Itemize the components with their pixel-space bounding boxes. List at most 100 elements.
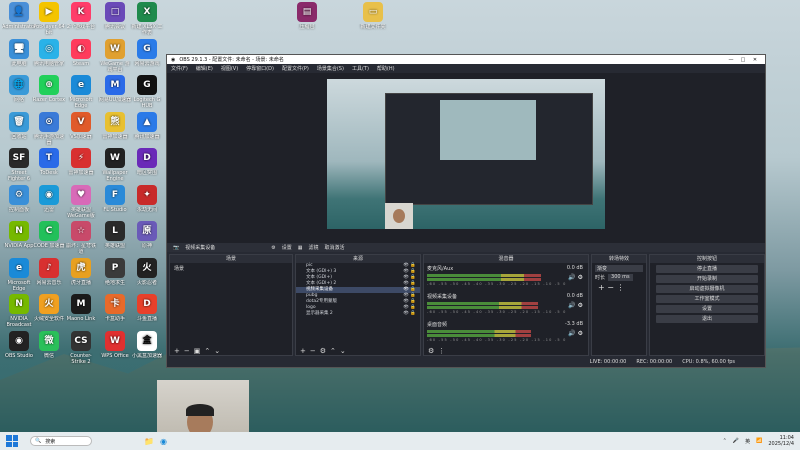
- desktop-icon[interactable]: V VS加速器: [64, 111, 98, 146]
- settings-icon[interactable]: ⚙: [271, 245, 275, 251]
- settings-button[interactable]: 设置: [282, 244, 292, 251]
- volume-icon[interactable]: 🔊 ⚙: [568, 302, 583, 309]
- remove-icon[interactable]: −: [184, 347, 190, 355]
- menu-item[interactable]: 编辑(E): [196, 65, 213, 72]
- desktop-icon[interactable]: P 绝地求生: [98, 257, 132, 292]
- desktop-icon[interactable]: 🗑 回收站: [2, 111, 36, 146]
- menu-item[interactable]: 配置文件(P): [282, 65, 309, 72]
- edge-icon[interactable]: ◉: [160, 437, 167, 446]
- preview-area[interactable]: [167, 73, 765, 243]
- desktop-icon[interactable]: ♥ 英雄联盟WeGame版: [64, 184, 98, 219]
- source-item[interactable]: 显示器采集 2 👁 🔒: [296, 311, 420, 317]
- menu-item[interactable]: 工具(T): [352, 65, 369, 72]
- language-indicator[interactable]: 英: [745, 438, 750, 445]
- desktop-icon[interactable]: 微微信: [32, 330, 66, 365]
- start-button[interactable]: [6, 435, 18, 447]
- minimize-icon[interactable]: —: [725, 57, 737, 63]
- chevron-up-icon[interactable]: ⌃: [204, 347, 210, 355]
- obs-window[interactable]: ◉ OBS 29.1.3 - 配置文件: 未命名 - 场景: 未命名 — □ ✕…: [166, 54, 766, 368]
- filters-button[interactable]: 滤镜: [308, 244, 318, 251]
- desktop-icon[interactable]: G Logitech G HUB: [130, 75, 164, 109]
- desktop-icon[interactable]: D 斗鱼直播: [130, 294, 164, 328]
- desktop-icon[interactable]: ▶ PotPlayer 64 bit: [32, 2, 66, 36]
- control-button[interactable]: 设置: [656, 305, 758, 313]
- tray-expand-icon[interactable]: ⌃: [723, 438, 727, 444]
- maximize-icon[interactable]: □: [737, 57, 749, 63]
- desktop-icon[interactable]: ♪ 网易云音乐: [32, 257, 66, 292]
- search-box[interactable]: 🔍 搜索: [30, 436, 92, 446]
- wifi-icon[interactable]: 📶: [756, 438, 762, 444]
- menu-item[interactable]: 停靠窗口(D): [246, 65, 274, 72]
- filter-icon[interactable]: ▦: [298, 245, 303, 251]
- desktop-icon[interactable]: K 2个游戏平台: [64, 2, 98, 36]
- clock[interactable]: 11:04 2025/12/4: [768, 435, 794, 447]
- visibility-lock-icon[interactable]: 👁 🔒: [403, 311, 416, 317]
- scene-item[interactable]: 场景: [170, 263, 292, 274]
- desktop-icon[interactable]: ☆ 崩坏：星穹铁道: [64, 221, 98, 255]
- desktop-icon[interactable]: ⚡ 雷神加速器: [64, 148, 98, 182]
- more-icon[interactable]: ⋮: [438, 347, 445, 355]
- desktop-icon[interactable]: e Microsoft Edge: [64, 75, 98, 109]
- remove-icon[interactable]: −: [607, 283, 614, 292]
- desktop-icon[interactable]: W Wallpaper Engine: [98, 148, 132, 182]
- desktop-icon[interactable]: M 网易UU加速器: [98, 75, 132, 109]
- desktop-icon[interactable]: M Maono Link: [64, 294, 98, 328]
- menu-item[interactable]: 视图(V): [221, 65, 238, 72]
- desktop-icon[interactable]: W WeGame 游戏平台: [98, 38, 132, 73]
- desktop-icon[interactable]: F FL Studio: [98, 184, 132, 219]
- transition-select[interactable]: 渐变: [595, 265, 643, 272]
- desktop-icon[interactable]: 🌐 网络: [2, 75, 36, 109]
- desktop-icon[interactable]: T ToDesk: [32, 148, 66, 182]
- add-icon[interactable]: +: [598, 283, 605, 292]
- volume-icon[interactable]: 🔊 ⚙: [568, 330, 583, 337]
- chevron-down-icon[interactable]: ⌄: [340, 347, 346, 355]
- control-button[interactable]: 工作室模式: [656, 295, 758, 303]
- title-bar[interactable]: ◉ OBS 29.1.3 - 配置文件: 未命名 - 场景: 未命名 — □ ✕: [167, 55, 765, 64]
- desktop-icon[interactable]: 🖥 此电脑: [2, 38, 36, 73]
- desktop-icon[interactable]: 虎虎牙直播: [64, 257, 98, 292]
- desktop-icon[interactable]: ✦ 永劫无间: [130, 184, 164, 219]
- add-icon[interactable]: +: [174, 347, 180, 355]
- desktop-icon[interactable]: ◉ OBS Studio: [2, 330, 36, 365]
- desktop-icon[interactable]: ◉ 迅雷: [32, 184, 66, 219]
- desktop-icon[interactable]: 卡卡盒助手: [98, 294, 132, 328]
- desktop-file[interactable]: ▤ 压缩包: [290, 2, 324, 36]
- control-button[interactable]: 退出: [656, 315, 758, 323]
- deactivate-button[interactable]: 取消激活: [324, 244, 344, 251]
- desktop-icon[interactable]: ◐ Steam: [64, 38, 98, 73]
- desktop-icon[interactable]: ◎ 腾讯电脑管家: [32, 38, 66, 73]
- close-icon[interactable]: ✕: [749, 57, 761, 63]
- desktop-icon[interactable]: □ 腾讯会议: [98, 2, 132, 36]
- control-button[interactable]: 开始录制: [656, 275, 758, 283]
- desktop-icon[interactable]: C CODE 加速器: [32, 221, 66, 255]
- add-icon[interactable]: +: [300, 347, 306, 355]
- desktop-icon[interactable]: N NVIDIA Broadcast: [2, 294, 36, 328]
- desktop-icon[interactable]: W WPS Office: [98, 330, 132, 365]
- desktop-icon[interactable]: ⊙ 腾讯手游加速器: [32, 111, 66, 146]
- menu-item[interactable]: 文件(F): [171, 65, 188, 72]
- gear-icon[interactable]: ⚙: [428, 347, 434, 355]
- desktop-icon[interactable]: G 网易云游戏: [130, 38, 164, 73]
- chevron-down-icon[interactable]: ⌄: [214, 347, 220, 355]
- desktop-icon[interactable]: CS Counter-Strike 2: [64, 330, 98, 365]
- preview-canvas[interactable]: [327, 79, 605, 229]
- desktop-icon[interactable]: 原原神: [130, 221, 164, 255]
- microphone-icon[interactable]: 🎤: [733, 438, 739, 444]
- menu-item[interactable]: 帮助(H): [377, 65, 395, 72]
- desktop-icon[interactable]: 👤 Administrator: [2, 2, 36, 36]
- desktop-icon[interactable]: 盒小黑盒加速器: [130, 330, 164, 365]
- filter-icon[interactable]: ▣: [194, 347, 201, 355]
- desktop-icon[interactable]: e Microsoft Edge: [2, 257, 36, 292]
- desktop-icon[interactable]: N NVIDIA App: [2, 221, 36, 255]
- desktop-icon[interactable]: SF Street Fighter 6: [2, 148, 36, 182]
- volume-icon[interactable]: 🔊 ⚙: [568, 274, 583, 281]
- desktop-icon[interactable]: 熊雷神加速器: [98, 111, 132, 146]
- desktop-icon[interactable]: ⊕ Razer Cortex: [32, 75, 66, 109]
- desktop-icon[interactable]: X 新建 XLSX 工作表: [130, 2, 164, 36]
- desktop-icon[interactable]: 火火影忍者: [130, 257, 164, 292]
- menu-item[interactable]: 场景集合(S): [317, 65, 344, 72]
- desktop-icon[interactable]: ▲ 腾讯加速器: [130, 111, 164, 146]
- gear-icon[interactable]: ⚙: [320, 347, 326, 355]
- remove-icon[interactable]: −: [310, 347, 316, 355]
- duration-input[interactable]: 300 ms: [608, 274, 633, 281]
